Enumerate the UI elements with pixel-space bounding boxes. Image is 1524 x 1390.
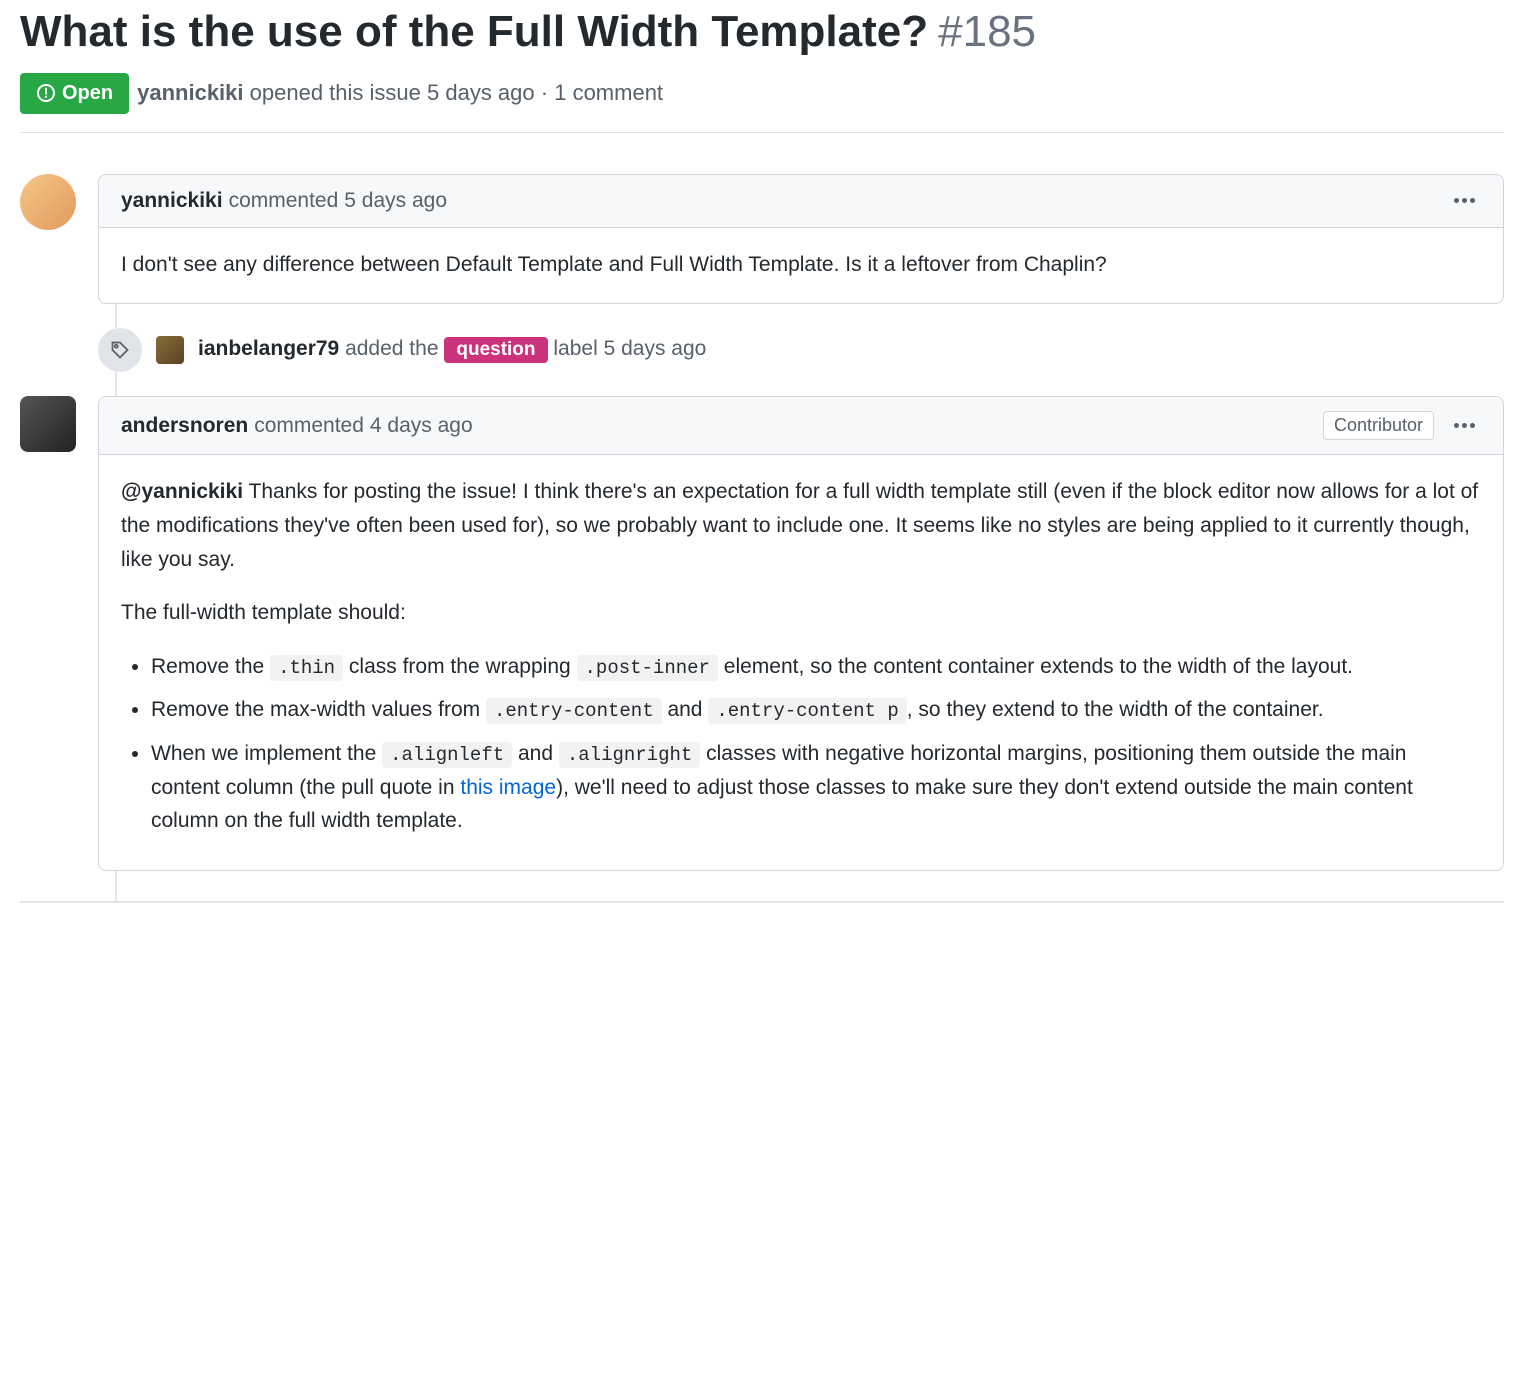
inline-link[interactable]: this image bbox=[460, 776, 556, 799]
label-tag[interactable]: question bbox=[444, 337, 547, 363]
event-time-link[interactable]: 5 days ago bbox=[604, 337, 707, 360]
header-divider bbox=[20, 132, 1504, 133]
code-inline: .alignright bbox=[559, 742, 700, 768]
comment-time-link[interactable]: 5 days ago bbox=[344, 189, 447, 213]
avatar[interactable] bbox=[20, 396, 76, 452]
comment-header: andersnoren commented 4 days ago Contrib… bbox=[99, 397, 1503, 455]
code-inline: .post-inner bbox=[577, 655, 718, 681]
timeline: yannickiki commented 5 days ago I don't … bbox=[20, 154, 1504, 903]
comment-body: @yannickiki Thanks for posting the issue… bbox=[99, 455, 1503, 869]
comment-header: yannickiki commented 5 days ago bbox=[99, 175, 1503, 228]
author-role-badge: Contributor bbox=[1323, 411, 1434, 440]
issue-title: What is the use of the Full Width Templa… bbox=[20, 6, 928, 59]
comment-action: commented bbox=[229, 189, 339, 213]
timeline-end-divider bbox=[20, 901, 1504, 903]
comment-item: andersnoren commented 4 days ago Contrib… bbox=[20, 396, 1504, 870]
comment-time-link[interactable]: 4 days ago bbox=[370, 414, 473, 438]
tag-icon bbox=[98, 328, 142, 372]
issue-state-badge: Open bbox=[20, 73, 129, 114]
comment-item: yannickiki commented 5 days ago I don't … bbox=[20, 174, 1504, 305]
issue-state-text: Open bbox=[62, 82, 113, 105]
comment-actions-menu[interactable] bbox=[1448, 192, 1481, 209]
comment-action: commented bbox=[254, 414, 364, 438]
list-item: Remove the .thin class from the wrapping… bbox=[151, 650, 1481, 684]
code-inline: .thin bbox=[270, 655, 343, 681]
issue-opened-time: 5 days ago bbox=[427, 80, 535, 105]
comment-box: yannickiki commented 5 days ago I don't … bbox=[98, 174, 1504, 305]
code-inline: .entry-content p bbox=[708, 698, 906, 724]
list-item: Remove the max-width values from .entry-… bbox=[151, 693, 1481, 727]
user-mention[interactable]: @yannickiki bbox=[121, 480, 243, 503]
event-actor-avatar[interactable] bbox=[156, 336, 184, 364]
issue-author-link[interactable]: yannickiki bbox=[137, 80, 243, 105]
comment-author-link[interactable]: yannickiki bbox=[121, 189, 223, 213]
comment-box: andersnoren commented 4 days ago Contrib… bbox=[98, 396, 1504, 870]
issue-header: What is the use of the Full Width Templa… bbox=[20, 6, 1504, 154]
code-inline: .entry-content bbox=[486, 698, 662, 724]
issue-comment-count: 1 comment bbox=[554, 80, 663, 105]
comment-author-link[interactable]: andersnoren bbox=[121, 414, 248, 438]
issue-meta-text: yannickiki opened this issue 5 days ago … bbox=[137, 80, 663, 106]
comment-actions-menu[interactable] bbox=[1448, 417, 1481, 434]
bullet-list: Remove the .thin class from the wrapping… bbox=[121, 650, 1481, 838]
issue-number: #185 bbox=[938, 7, 1036, 57]
avatar[interactable] bbox=[20, 174, 76, 230]
issue-open-icon bbox=[36, 83, 56, 103]
timeline-event: ianbelanger79 added the question label 5… bbox=[20, 328, 1504, 372]
event-actor-link[interactable]: ianbelanger79 bbox=[198, 337, 339, 360]
code-inline: .alignleft bbox=[382, 742, 512, 768]
comment-body: I don't see any difference between Defau… bbox=[99, 228, 1503, 304]
list-item: When we implement the .alignleft and .al… bbox=[151, 737, 1481, 838]
timeline-connector bbox=[115, 871, 117, 901]
